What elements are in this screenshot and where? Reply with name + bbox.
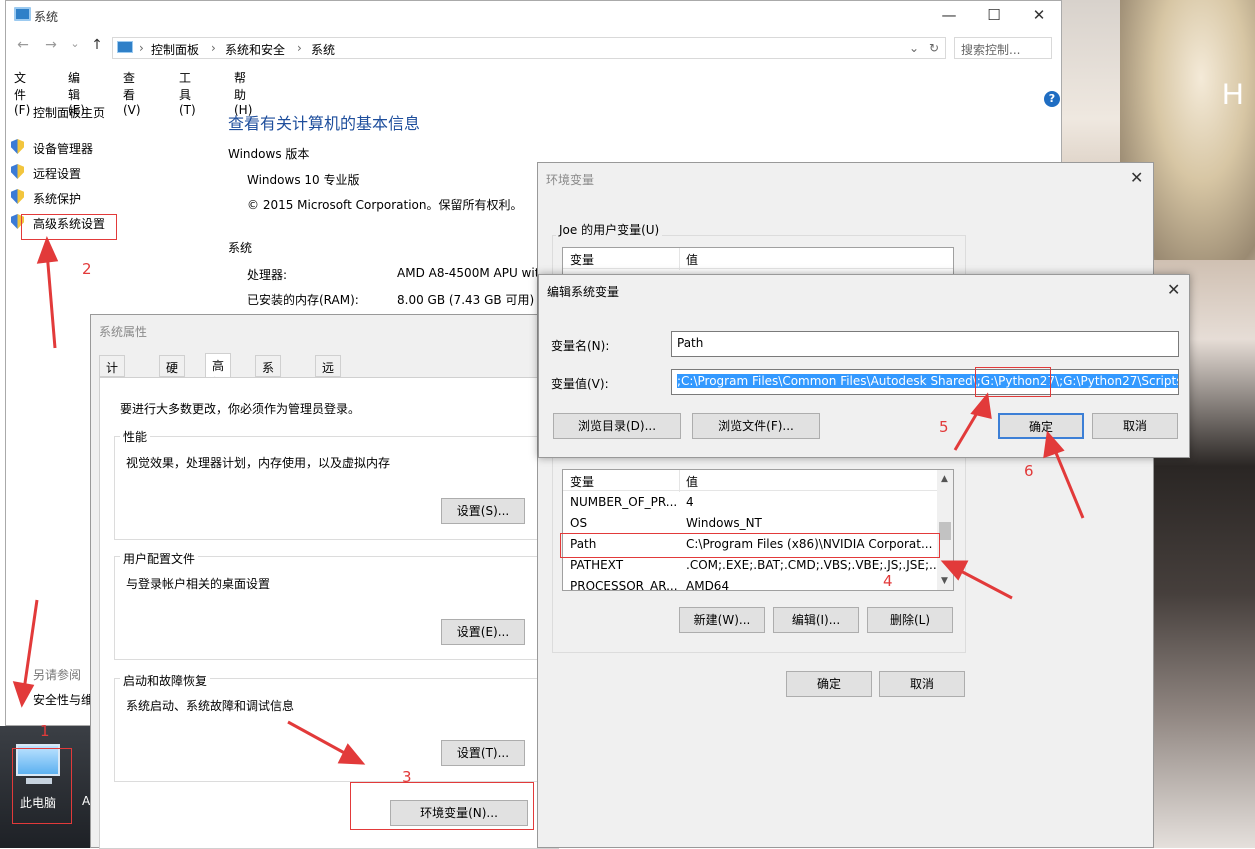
annotation-arrow-4 (954, 566, 1013, 600)
annotation-number-3: 3 (402, 768, 412, 786)
annotation-arrowhead (940, 560, 969, 581)
annotation-arrow-1 (22, 599, 39, 691)
annotation-arrow-3 (287, 720, 351, 758)
annotation-number-1: 1 (40, 722, 50, 740)
annotation-arrowhead (12, 681, 35, 708)
annotation-arrowhead (970, 392, 992, 419)
annotation-arrowhead (1043, 430, 1065, 459)
annotation-number-5: 5 (939, 418, 949, 436)
annotation-arrowhead (337, 743, 366, 765)
annotation-number-4: 4 (883, 572, 893, 590)
annotation-arrow-2 (45, 251, 57, 349)
annotation-overlay (12, 236, 1085, 765)
annotation-number-2: 2 (82, 260, 92, 278)
annotation-arrowhead (36, 236, 59, 264)
annotation-arrow-6 (1052, 447, 1085, 519)
annotation-number-6: 6 (1024, 462, 1034, 480)
